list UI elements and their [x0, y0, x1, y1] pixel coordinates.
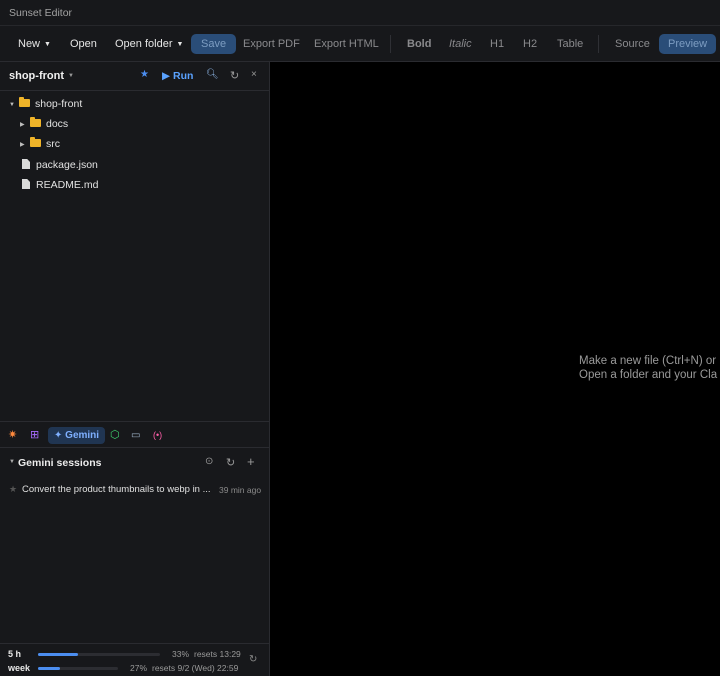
sparkle-icon: ✦	[54, 430, 63, 441]
search-icon[interactable]: 🔍︎	[206, 69, 219, 80]
italic-button[interactable]: Italic	[441, 34, 480, 54]
preview-view-button[interactable]: Preview	[659, 34, 717, 54]
project-header: shop-front ▼ ★ ▶ Run 🔍︎ ↻ ×	[0, 62, 269, 91]
bold-button[interactable]: Bold	[399, 34, 439, 54]
refresh-icon[interactable]: ↻	[230, 69, 239, 82]
main-toolbar: New ▼ Open Open folder ▼ Save Export PDF E…	[0, 26, 720, 62]
new-button[interactable]: New ▼	[10, 34, 59, 54]
empty-state-line: Open a folder and your Cla	[579, 369, 718, 381]
tree-root-folder[interactable]: ▼ shop-front	[9, 95, 82, 113]
tab-gemini-label: Gemini	[65, 430, 100, 441]
star-icon[interactable]: ★	[9, 484, 17, 495]
h1-button[interactable]: H1	[482, 34, 512, 54]
save-button[interactable]: Save	[191, 34, 237, 54]
sidebar: shop-front ▼ ★ ▶ Run 🔍︎ ↻ × ▼ shop-front ▶…	[0, 62, 270, 676]
table-button[interactable]: Table	[549, 34, 591, 54]
usage-bar-fill	[38, 667, 60, 670]
sessions-header: ▼ Gemini sessions ⊙ ↻ +	[0, 452, 269, 474]
tree-item-src[interactable]: ▶ src	[20, 135, 60, 153]
empty-state-line: Make a new file (Ctrl+N) or	[579, 355, 717, 367]
usage-label: week	[8, 663, 31, 673]
toolbar-divider	[598, 35, 599, 53]
claude-icon[interactable]: ✷	[8, 427, 17, 444]
editor-area[interactable]: Make a new file (Ctrl+N) or Open a folde…	[271, 62, 720, 676]
file-icon	[22, 179, 30, 189]
session-item[interactable]: ★ Convert the product thumbnails to webp…	[0, 482, 269, 498]
tree-item-package-json[interactable]: package.json	[22, 156, 98, 174]
usage-percent: 33%	[172, 649, 190, 659]
refresh-icon[interactable]: ↻	[249, 654, 257, 665]
open-folder-label: Open folder	[115, 38, 173, 50]
chevron-down-icon: ▼	[9, 102, 15, 108]
project-selector[interactable]: shop-front ▼	[9, 70, 74, 82]
usage-reset: resets 9/2 (Wed) 22:59	[152, 663, 239, 673]
folder-icon	[30, 117, 41, 127]
export-html-button[interactable]: Export HTML	[306, 34, 387, 54]
run-button[interactable]: ▶ Run	[162, 70, 193, 82]
hexagon-icon[interactable]: ⬡	[110, 427, 120, 444]
title-bar: Sunset Editor	[0, 0, 720, 26]
file-icon	[22, 159, 30, 169]
tree-item-readme[interactable]: README.md	[22, 176, 98, 194]
toolbar-divider	[390, 35, 391, 53]
monitor-icon[interactable]: ▭	[131, 427, 140, 444]
usage-label: 5 h	[8, 649, 22, 659]
chevron-right-icon: ▶	[20, 122, 25, 128]
sessions-title: Gemini sessions	[18, 457, 102, 469]
app-title: Sunset Editor	[9, 7, 73, 19]
session-time: 39 min ago	[219, 485, 262, 495]
usage-percent: 27%	[130, 663, 148, 673]
chevron-down-icon: ▼	[44, 41, 51, 48]
usage-bar	[38, 653, 160, 656]
open-folder-button[interactable]: Open folder ▼	[107, 34, 191, 54]
open-button[interactable]: Open	[62, 34, 105, 54]
tree-item-label: src	[46, 138, 60, 150]
folder-icon	[19, 97, 30, 107]
tab-gemini[interactable]: ✦ Gemini	[48, 427, 106, 444]
chevron-down-icon[interactable]: ▼	[9, 459, 15, 465]
new-label: New	[18, 38, 41, 50]
tree-item-label: package.json	[36, 159, 98, 171]
history-icon[interactable]: ⊙	[205, 456, 213, 467]
broadcast-icon[interactable]: (•)	[153, 427, 162, 444]
source-view-button[interactable]: Source	[607, 34, 658, 54]
tree-item-label: README.md	[36, 179, 99, 191]
play-icon: ▶	[162, 70, 171, 82]
usage-bar	[38, 667, 118, 670]
chevron-down-icon: ▼	[67, 73, 74, 79]
usage-reset: resets 13:29	[194, 649, 241, 659]
chip-icon[interactable]: ⊞	[30, 427, 39, 444]
star-icon[interactable]: ★	[140, 69, 149, 80]
agent-tabs: ✷ ⊞ ✦ Gemini ⬡ ▭ (•)	[0, 421, 269, 448]
tree-item-label: shop-front	[35, 98, 83, 110]
chevron-right-icon: ▶	[20, 142, 25, 148]
folder-icon	[30, 137, 41, 147]
chevron-down-icon: ▼	[176, 41, 184, 48]
add-session-icon[interactable]: +	[247, 454, 255, 469]
project-name: shop-front	[9, 70, 64, 82]
empty-state-message: Make a new file (Ctrl+N) or Open a folde…	[579, 354, 717, 382]
refresh-icon[interactable]: ↻	[226, 456, 235, 469]
export-pdf-button[interactable]: Export PDF	[235, 34, 308, 54]
session-title: Convert the product thumbnails to webp i…	[22, 484, 211, 495]
close-icon[interactable]: ×	[251, 69, 257, 80]
usage-panel: 5 h 33% resets 13:29 week 27% resets 9/2…	[0, 643, 269, 676]
tree-item-docs[interactable]: ▶ docs	[20, 115, 68, 133]
h2-button[interactable]: H2	[515, 34, 545, 54]
usage-bar-fill	[38, 653, 79, 656]
tree-item-label: docs	[46, 118, 69, 130]
run-label: Run	[173, 70, 194, 82]
